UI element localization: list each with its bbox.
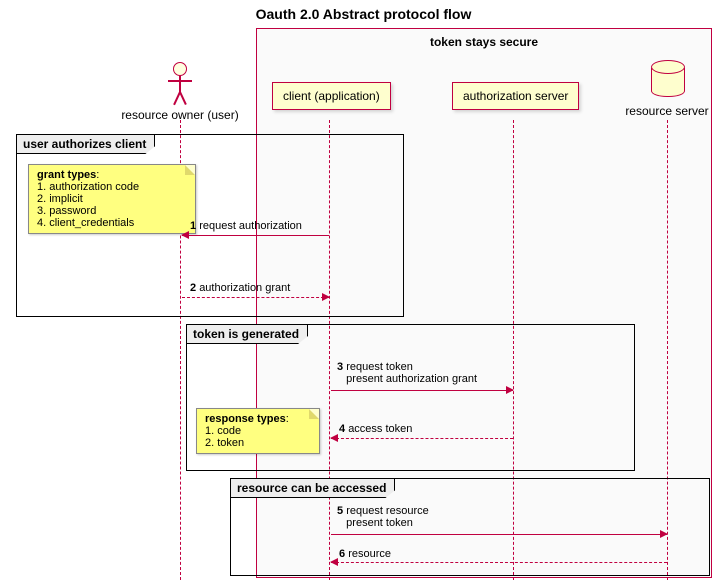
note-response-item-1: 1. code xyxy=(205,425,241,437)
note-grant-item-1: 1. authorization code xyxy=(37,181,139,193)
msg-6: 6 resource xyxy=(339,548,391,560)
note-grant-title: grant types xyxy=(37,169,96,181)
participant-authz: authorization server xyxy=(452,82,579,110)
note-response-types: response types: 1. code 2. token xyxy=(196,408,320,454)
person-icon xyxy=(168,62,192,108)
msg-4: 4 access token xyxy=(339,423,412,435)
note-grant-item-4: 4. client_credentials xyxy=(37,217,134,229)
participant-client: client (application) xyxy=(272,82,391,110)
actor-user: resource owner (user) xyxy=(120,62,240,122)
database-icon xyxy=(651,60,683,96)
group-resource-accessed-label: resource can be accessed xyxy=(230,478,395,498)
note-grant-item-2: 2. implicit xyxy=(37,193,83,205)
participant-resource: resource server xyxy=(622,60,712,118)
participant-resource-label: resource server xyxy=(622,104,712,118)
msg-2: 2 authorization grant xyxy=(190,282,290,294)
group-user-authorizes-label: user authorizes client xyxy=(16,134,155,154)
note-grant-item-3: 3. password xyxy=(37,205,96,217)
note-response-item-2: 2. token xyxy=(205,437,244,449)
note-grant-types: grant types: 1. authorization code 2. im… xyxy=(28,164,196,234)
msg-3: 3 request token present authorization gr… xyxy=(337,361,477,385)
msg-5: 5 request resource present token xyxy=(337,505,429,529)
group-token-generated-label: token is generated xyxy=(186,324,308,344)
diagram-title: Oauth 2.0 Abstract protocol flow xyxy=(0,0,727,22)
note-response-title: response types xyxy=(205,413,286,425)
secure-box-title: token stays secure xyxy=(257,29,711,49)
msg-1: 1 request authorization xyxy=(190,220,302,232)
